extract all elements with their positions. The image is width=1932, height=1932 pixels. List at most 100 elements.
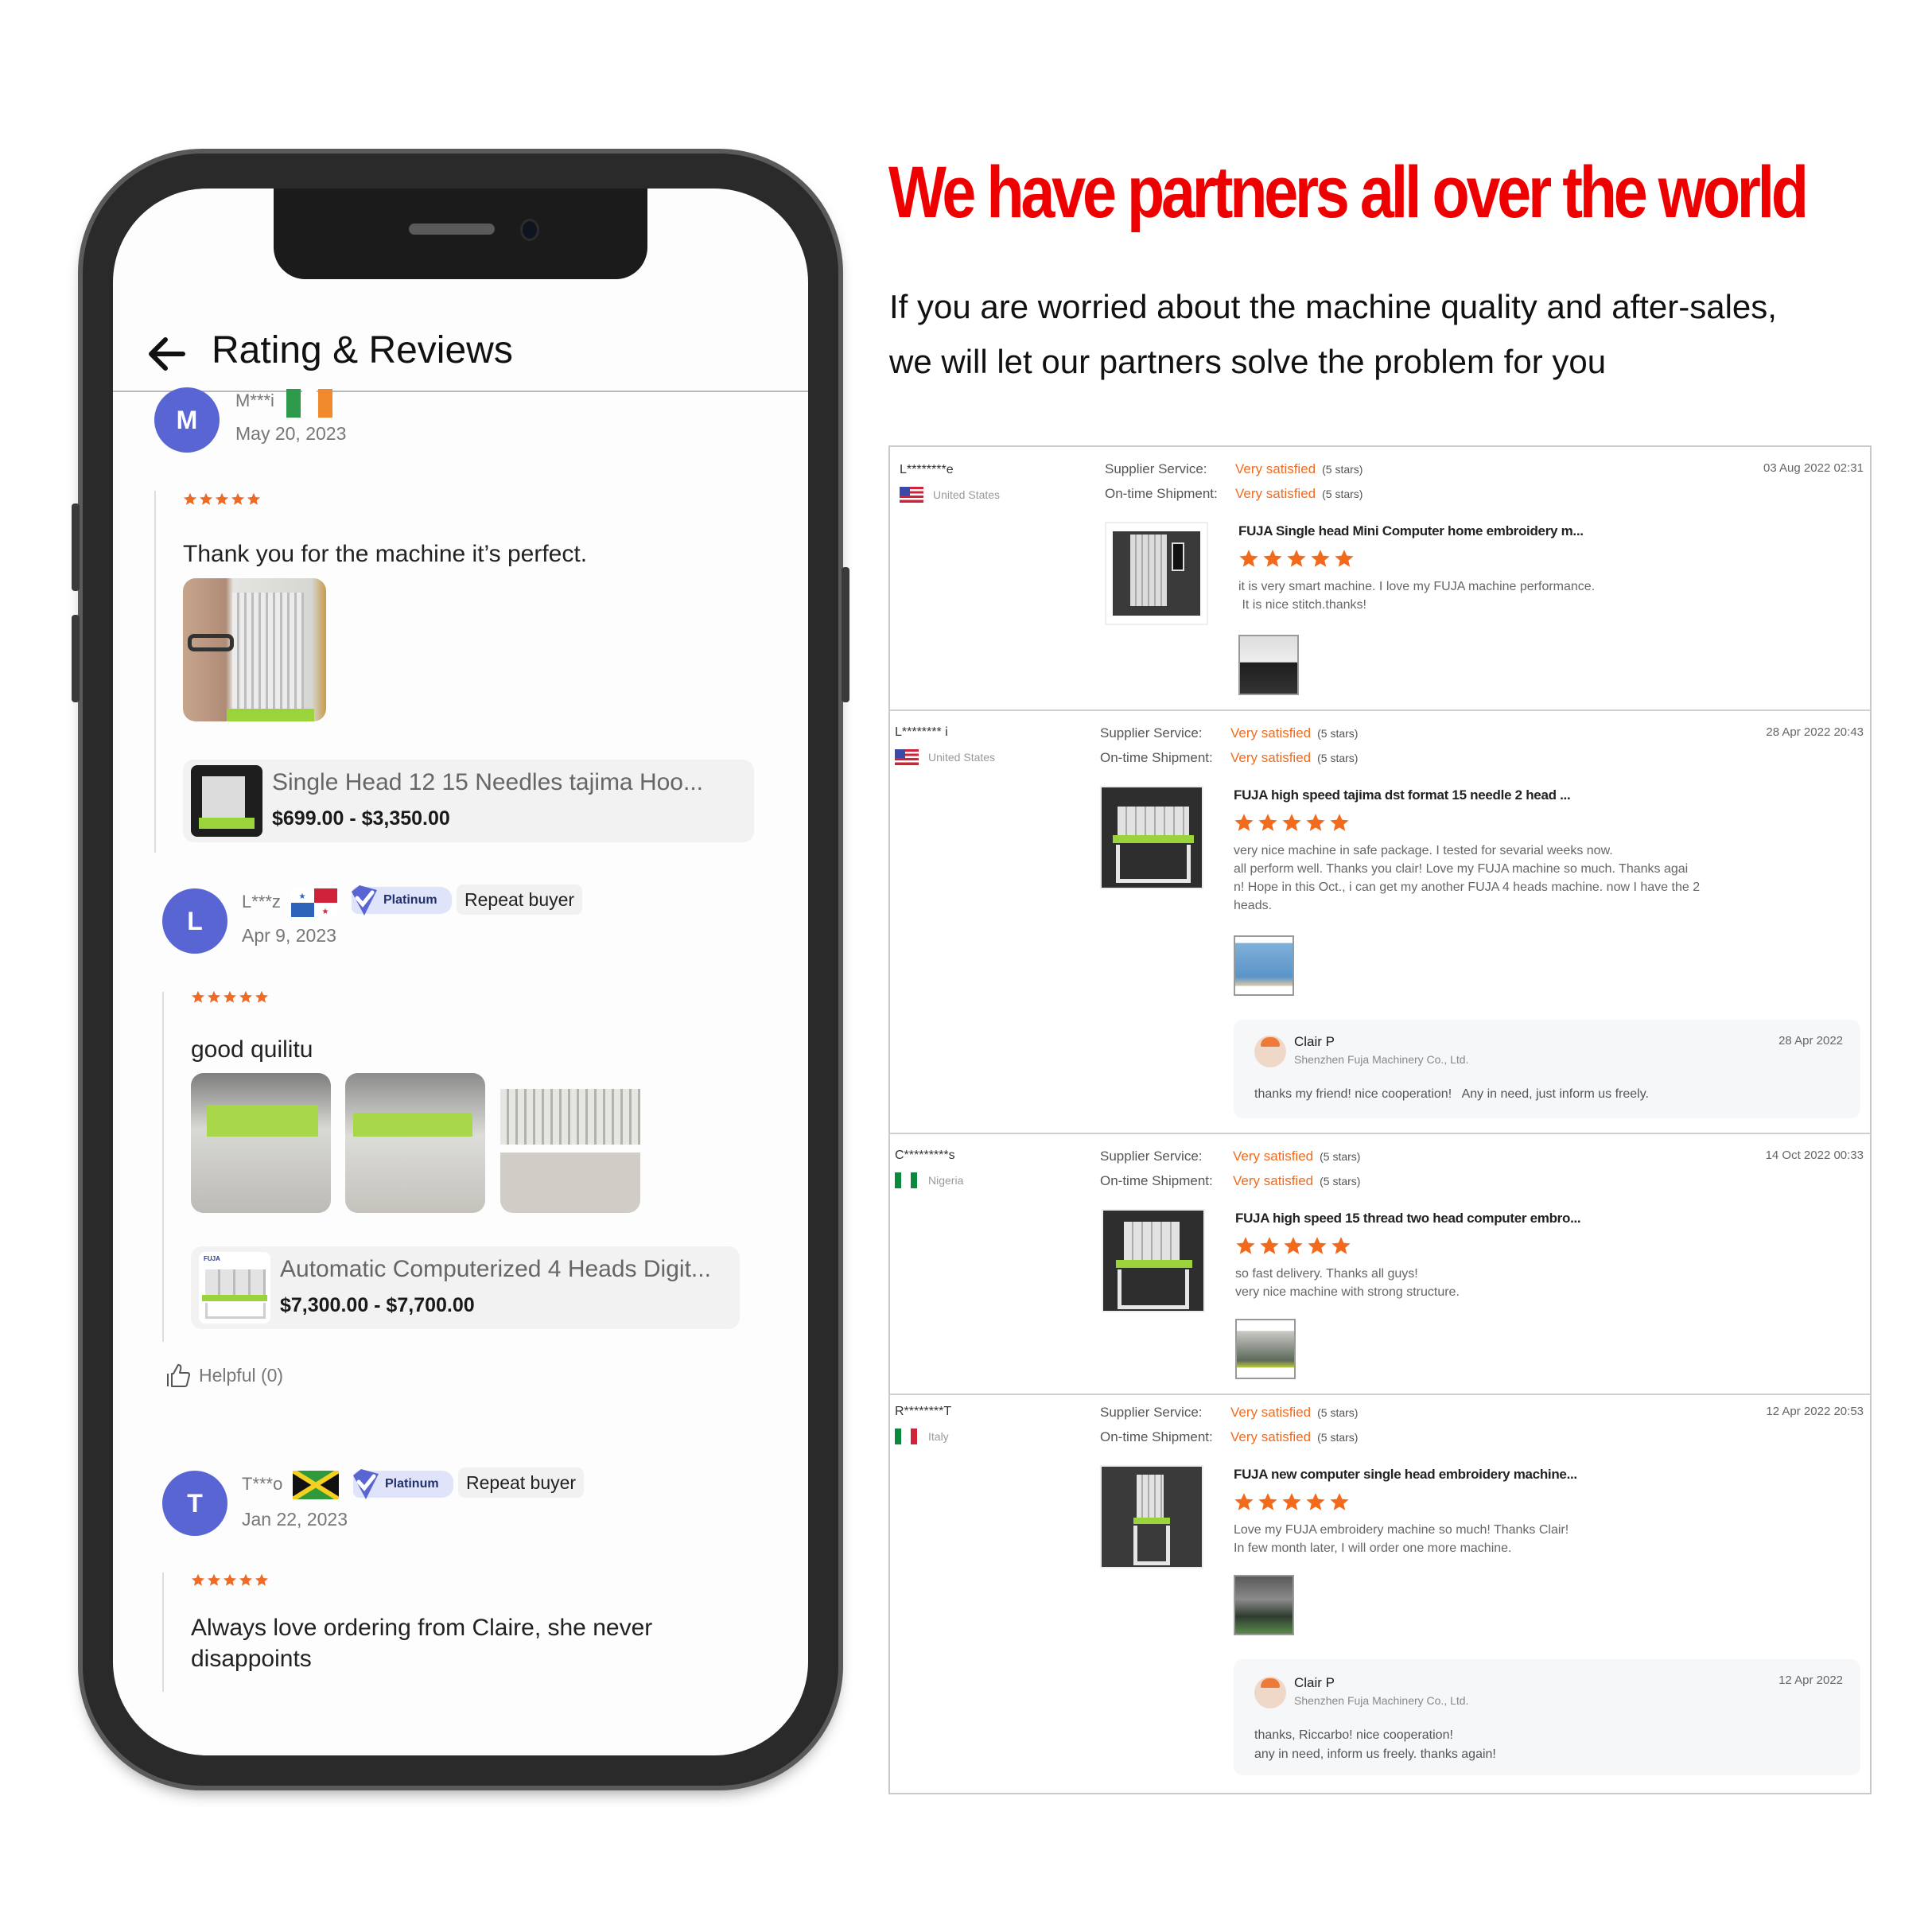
product-thumbnail[interactable] [1105,522,1208,625]
supplier-company: Shenzhen Fuja Machinery Co., Ltd. [1294,1053,1469,1066]
star-icon [1335,550,1354,567]
review-row: L********e United States Supplier Servic… [890,447,1870,711]
review-text-line: Love my FUJA embroidery machine so much!… [1234,1523,1569,1537]
country-name: Italy [928,1430,949,1443]
review-timestamp: 14 Oct 2022 00:33 [1765,1149,1864,1162]
star-icon [1263,550,1282,567]
product-card[interactable]: Single Head 12 15 Needles tajima Hoo... … [183,760,754,842]
satisfaction-text: Very satisfied [1230,750,1312,765]
review-photo[interactable] [345,1073,485,1213]
stars-note: (5 stars) [1317,727,1359,740]
review-text: very nice machine in safe package. I tes… [1234,842,1759,915]
buyer-country: United States [895,749,995,765]
review-image[interactable] [1238,635,1299,695]
buyer-name: C*********s [895,1149,955,1162]
star-icon [183,492,197,505]
product-card[interactable]: FUJA Automatic Computerized 4 Heads Digi… [191,1246,740,1329]
star-icon [255,990,269,1003]
stars-note: (5 stars) [1317,752,1359,764]
review-photo[interactable] [500,1073,640,1213]
star-icon [1234,1493,1254,1510]
star-icon [1236,1237,1255,1254]
star-icon [255,1573,269,1586]
supplier-service-label: Supplier Service: [1105,461,1207,476]
country-name: Nigeria [928,1174,964,1187]
avatar: T [162,1471,227,1536]
headline: We have partners all over the world [888,152,1809,233]
buyer-country: Italy [895,1429,949,1444]
review-text: it is very smart machine. I love my FUJA… [1238,577,1763,614]
review-date: Jan 22, 2023 [242,1509,348,1530]
review-photo[interactable] [183,578,326,721]
review-photo[interactable] [191,1073,331,1213]
review-text: so fast delivery. Thanks all guys! very … [1235,1265,1760,1301]
star-icon [223,1573,237,1586]
review-text-line: so fast delivery. Thanks all guys! [1235,1267,1418,1281]
shipment-rating: Very satisfied (5 stars) [1235,486,1363,502]
product-title[interactable]: FUJA high speed tajima dst format 15 nee… [1234,787,1571,803]
phone-notch [274,189,647,279]
subtext-line: we will let our partners solve the probl… [889,343,1607,380]
supplier-reviews-panel: L********e United States Supplier Servic… [888,445,1872,1794]
review-text: good quilitu [191,1036,313,1063]
star-icon [247,492,261,505]
star-icon [231,492,245,505]
repeat-buyer-tag: Repeat buyer [458,1467,585,1498]
avatar: M [154,387,220,453]
satisfaction-text: Very satisfied [1230,1429,1312,1444]
helpful-button[interactable]: Helpful (0) [165,1363,283,1388]
star-icon [1258,1493,1277,1510]
app-header: Rating & Reviews [113,319,808,392]
platinum-badge: Platinum [352,885,452,915]
reply-text: thanks my friend! nice cooperation! Any … [1254,1085,1649,1104]
star-icon [199,492,213,505]
shipment-label: On-time Shipment: [1100,750,1213,765]
review-row: L******** i United States Supplier Servi… [890,711,1870,1134]
star-icon [1330,814,1349,831]
product-title[interactable]: FUJA high speed 15 thread two head compu… [1235,1211,1581,1226]
product-thumbnail[interactable] [1102,1209,1205,1312]
svg-text:★: ★ [322,908,329,916]
supplier-service-label: Supplier Service: [1100,725,1203,741]
italy-flag-icon [895,1429,917,1444]
verified-shield-icon [353,1469,379,1499]
review-text-line: all perform well. Thanks you clair! Love… [1234,862,1689,876]
rating-stars [1235,1236,1351,1257]
arrow-left-icon[interactable] [143,330,191,378]
review-image[interactable] [1234,1575,1294,1635]
supplier-service-label: Supplier Service: [1100,1405,1203,1420]
review-image[interactable] [1235,1319,1296,1379]
star-icon [239,990,253,1003]
review-text-line: n! Hope in this Oct., i can get my anoth… [1234,880,1701,894]
star-icon [1330,1493,1349,1510]
reviewer-name: L***z [242,892,281,912]
verified-shield-icon [352,885,377,915]
star-icon [1234,814,1254,831]
review-text-line: heads. [1234,899,1273,912]
review-text-line: It is nice stitch.thanks! [1238,598,1366,612]
buyer-country: Nigeria [895,1172,963,1188]
product-thumbnail[interactable] [1100,786,1203,889]
product-thumbnail: FUJA [199,1252,270,1324]
supplier-service-rating: Very satisfied (5 stars) [1235,461,1363,477]
shipment-rating: Very satisfied (5 stars) [1233,1173,1360,1189]
badge-label: Platinum [385,1477,439,1491]
supplier-service-label: Supplier Service: [1100,1149,1203,1164]
star-icon [1284,1237,1303,1254]
product-price: $7,300.00 - $7,700.00 [280,1294,475,1316]
product-title[interactable]: FUJA new computer single head embroidery… [1234,1467,1577,1483]
reply-date: 28 Apr 2022 [1778,1034,1843,1048]
thumbs-up-icon [167,1364,190,1387]
reply-date: 12 Apr 2022 [1778,1673,1843,1687]
reply-text: thanks, Riccarbo! nice cooperation! any … [1254,1726,1496,1764]
avatar: L [162,888,227,954]
stars-note: (5 stars) [1320,1150,1361,1163]
product-thumbnail[interactable] [1100,1465,1203,1569]
star-icon [1306,814,1325,831]
rating-stars [1238,549,1355,569]
stars-note: (5 stars) [1322,463,1363,476]
review-date: Apr 9, 2023 [242,925,336,946]
review-image[interactable] [1234,935,1294,996]
us-flag-icon [900,487,923,503]
product-title[interactable]: FUJA Single head Mini Computer home embr… [1238,523,1584,539]
